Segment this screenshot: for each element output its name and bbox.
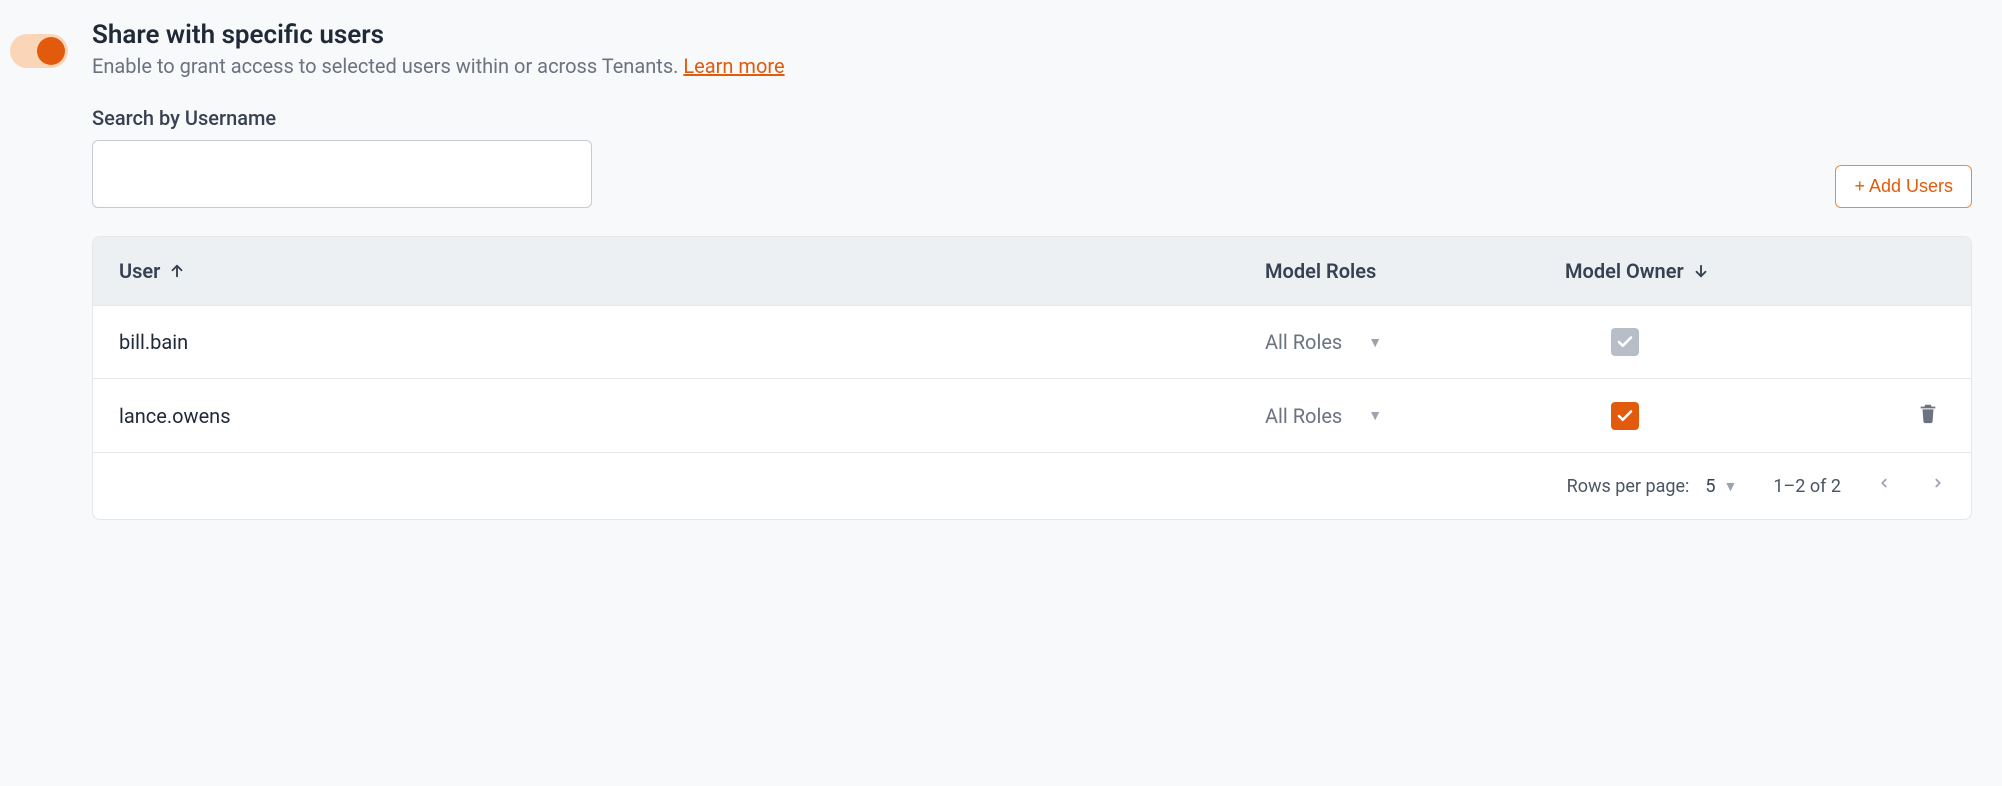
owner-checkbox[interactable] <box>1611 328 1639 356</box>
caret-down-icon: ▼ <box>1368 407 1382 424</box>
rows-per-page-label: Rows per page: <box>1567 476 1690 497</box>
cell-user: bill.bain <box>119 330 1265 354</box>
pagination-range: 1–2 of 2 <box>1773 476 1841 497</box>
roles-value: All Roles <box>1265 404 1342 428</box>
section-subtitle: Enable to grant access to selected users… <box>92 54 785 78</box>
cell-user: lance.owens <box>119 404 1265 428</box>
roles-value: All Roles <box>1265 330 1342 354</box>
rows-per-page-select[interactable]: 5 ▼ <box>1705 476 1737 497</box>
column-roles-label: Model Roles <box>1265 259 1376 283</box>
sort-desc-icon <box>1692 262 1710 280</box>
toggle-knob <box>37 37 65 65</box>
search-input[interactable] <box>92 140 592 208</box>
trash-icon[interactable] <box>1917 401 1939 430</box>
roles-dropdown[interactable]: All Roles ▼ <box>1265 330 1565 354</box>
column-actions <box>1825 259 1945 283</box>
cell-owner <box>1565 402 1825 430</box>
column-owner-label: Model Owner <box>1565 259 1684 283</box>
cell-actions <box>1825 401 1945 430</box>
users-table: User Model Roles Model Owner bill.bainAl… <box>92 236 1972 520</box>
caret-down-icon: ▼ <box>1724 478 1738 495</box>
column-user-label: User <box>119 259 160 283</box>
column-roles[interactable]: Model Roles <box>1265 259 1565 283</box>
sort-asc-icon <box>168 262 186 280</box>
rows-per-page-value: 5 <box>1705 476 1715 497</box>
subtitle-text: Enable to grant access to selected users… <box>92 54 678 78</box>
share-toggle[interactable] <box>10 34 68 68</box>
search-label: Search by Username <box>92 106 592 130</box>
learn-more-link[interactable]: Learn more <box>683 54 784 78</box>
caret-down-icon: ▼ <box>1368 334 1382 351</box>
add-users-button[interactable]: + Add Users <box>1835 165 1972 208</box>
next-page-button[interactable] <box>1931 473 1945 499</box>
roles-dropdown[interactable]: All Roles ▼ <box>1265 404 1565 428</box>
column-user[interactable]: User <box>119 259 1265 283</box>
owner-checkbox[interactable] <box>1611 402 1639 430</box>
prev-page-button[interactable] <box>1877 473 1891 499</box>
table-row: lance.owensAll Roles ▼ <box>93 378 1971 452</box>
column-owner[interactable]: Model Owner <box>1565 259 1825 283</box>
table-header: User Model Roles Model Owner <box>93 237 1971 305</box>
table-row: bill.bainAll Roles ▼ <box>93 305 1971 378</box>
cell-owner <box>1565 328 1825 356</box>
table-footer: Rows per page: 5 ▼ 1–2 of 2 <box>93 452 1971 519</box>
section-title: Share with specific users <box>92 20 785 50</box>
